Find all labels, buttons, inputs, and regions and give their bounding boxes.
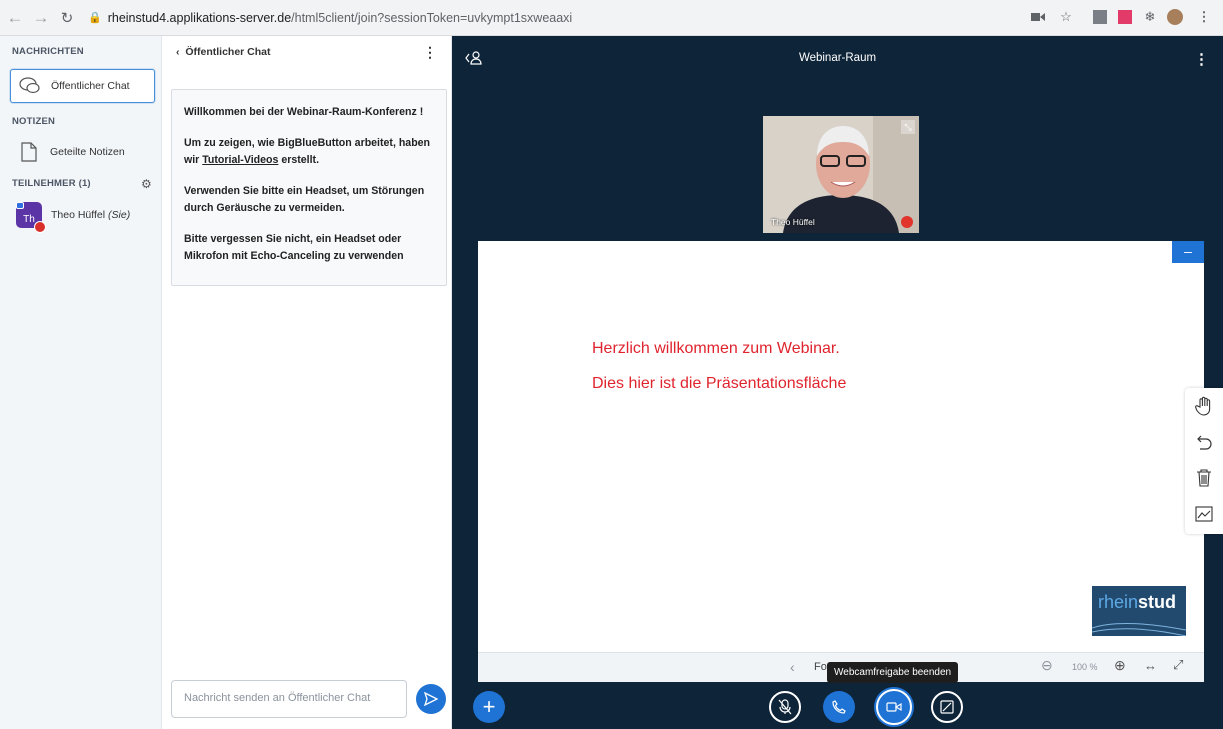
shared-notes-label: Geteilte Notizen	[50, 146, 125, 158]
notes-heading: NOTIZEN	[12, 116, 56, 127]
gear-icon[interactable]: ⚙	[141, 177, 152, 191]
zoom-out-icon[interactable]: ⊖	[1041, 657, 1053, 674]
previous-slide-icon[interactable]: ‹	[790, 659, 795, 675]
bookmark-star-icon[interactable]: ☆	[1056, 7, 1076, 27]
pdf-extension-icon[interactable]	[1115, 7, 1135, 27]
chevron-left-icon: ‹	[176, 46, 186, 58]
rheinstud-logo: rheinstud	[1092, 586, 1186, 636]
browser-menu-icon[interactable]: ⋮	[1194, 7, 1214, 27]
slide-select[interactable]: Fo	[814, 661, 827, 673]
hand-tool-icon[interactable]	[1185, 388, 1223, 424]
user-list-panel: NACHRICHTEN Öffentlicher Chat NOTIZEN Ge…	[0, 36, 162, 729]
fullscreen-presentation-icon[interactable]: ⤢	[1173, 657, 1183, 673]
presentation-slide[interactable]: Herzlich willkommen zum Webinar. Dies hi…	[478, 241, 1204, 652]
video-camera-icon	[886, 702, 902, 712]
presenter-badge-icon	[16, 202, 24, 209]
action-bar: +	[452, 684, 1223, 729]
back-icon[interactable]: ←	[4, 7, 26, 29]
options-menu-icon[interactable]: ⋮	[1194, 50, 1209, 68]
slide-title: Herzlich willkommen zum Webinar.	[592, 340, 840, 357]
url-path: /html5client/join?sessionToken=uvkympt1s…	[291, 10, 573, 25]
webcam-muted-icon	[901, 216, 913, 228]
headset-hint: Verwenden Sie bitte ein Headset, um Stör…	[184, 185, 425, 214]
participant-name: Theo Hüffel	[51, 209, 106, 221]
tutorial-videos-link[interactable]: Tutorial-Videos	[202, 154, 278, 166]
screen-share-off-icon	[940, 700, 954, 714]
zoom-level: 100 %	[1072, 662, 1098, 672]
fit-width-icon[interactable]: ↔	[1144, 658, 1157, 673]
stop-webcam-button[interactable]	[876, 689, 912, 725]
muted-microphone-icon	[778, 699, 792, 715]
chat-back-button[interactable]: ‹ Öffentlicher Chat	[176, 46, 271, 58]
send-icon	[424, 692, 438, 706]
welcome-message: Willkommen bei der Webinar-Raum-Konferen…	[171, 89, 447, 286]
room-title: Webinar-Raum	[798, 52, 877, 64]
muted-mic-icon	[34, 221, 46, 233]
profile-avatar-icon[interactable]	[1165, 7, 1185, 27]
leave-audio-button[interactable]	[823, 691, 855, 723]
reload-icon[interactable]: ↻	[56, 7, 78, 29]
whiteboard-toolbar	[1185, 388, 1223, 534]
document-icon	[18, 141, 40, 163]
fullscreen-icon[interactable]: ⤡	[901, 120, 915, 134]
unmute-button[interactable]	[769, 691, 801, 723]
bigbluebutton-app: NACHRICHTEN Öffentlicher Chat NOTIZEN Ge…	[0, 36, 1223, 729]
participant-item[interactable]: Th Theo Hüffel (Sie)	[10, 198, 155, 233]
browser-toolbar: ← → ↻ 🔒 rheinstud4.applikations-server.d…	[0, 0, 1223, 36]
chat-panel: ‹ Öffentlicher Chat ⋮ Willkommen bei der…	[162, 36, 452, 729]
participants-heading: TEILNEHMER (1)	[12, 178, 91, 189]
tooltip: Webcamfreigabe beenden	[827, 662, 959, 683]
minimize-presentation-button[interactable]: –	[1172, 241, 1204, 263]
sidebar-item-public-chat[interactable]: Öffentlicher Chat	[10, 69, 155, 103]
lock-icon: 🔒	[88, 12, 102, 24]
send-button[interactable]	[416, 684, 446, 714]
trash-icon[interactable]	[1185, 460, 1223, 496]
zoom-in-icon[interactable]: ⊕	[1114, 657, 1126, 674]
avatar: Th	[16, 202, 46, 233]
chat-message-input[interactable]: Nachricht senden an Öffentlicher Chat	[171, 680, 407, 718]
url-host: rheinstud4.applikations-server.de	[107, 10, 292, 25]
chat-bubble-icon	[19, 75, 41, 97]
room-name: Webinar-Raum	[286, 106, 362, 118]
webcam-person-image	[763, 116, 919, 233]
phone-icon	[832, 700, 846, 714]
actions-plus-button[interactable]: +	[473, 691, 505, 723]
public-chat-label: Öffentlicher Chat	[51, 80, 130, 92]
address-bar[interactable]: 🔒 rheinstud4.applikations-server.de /htm…	[88, 6, 572, 30]
webcam-video[interactable]: Theo Hüffel ⤡	[763, 116, 919, 233]
extension-icon[interactable]	[1090, 7, 1110, 27]
puzzle-icon[interactable]: ❄	[1140, 7, 1160, 27]
forward-icon[interactable]: →	[30, 7, 52, 29]
messages-heading: NACHRICHTEN	[12, 46, 84, 57]
chat-options-icon[interactable]: ⋮	[423, 44, 437, 61]
undo-icon[interactable]	[1185, 424, 1223, 460]
slide-subtitle: Dies hier ist die Präsentationsfläche	[592, 375, 847, 392]
webcam-user-name: Theo Hüffel	[771, 217, 815, 227]
participant-self-tag: (Sie)	[108, 209, 131, 221]
sidebar-item-shared-notes[interactable]: Geteilte Notizen	[10, 135, 155, 169]
mic-hint: Bitte vergessen Sie nicht, ein Headset o…	[184, 233, 404, 262]
plus-icon: +	[482, 694, 496, 719]
share-screen-button[interactable]	[931, 691, 963, 723]
camera-indicator-icon[interactable]	[1028, 7, 1048, 27]
main-presentation-area: Webinar-Raum ⋮ Theo Hüffel ⤡ Herzlich wi…	[452, 36, 1223, 729]
multi-user-whiteboard-icon[interactable]	[1185, 496, 1223, 532]
